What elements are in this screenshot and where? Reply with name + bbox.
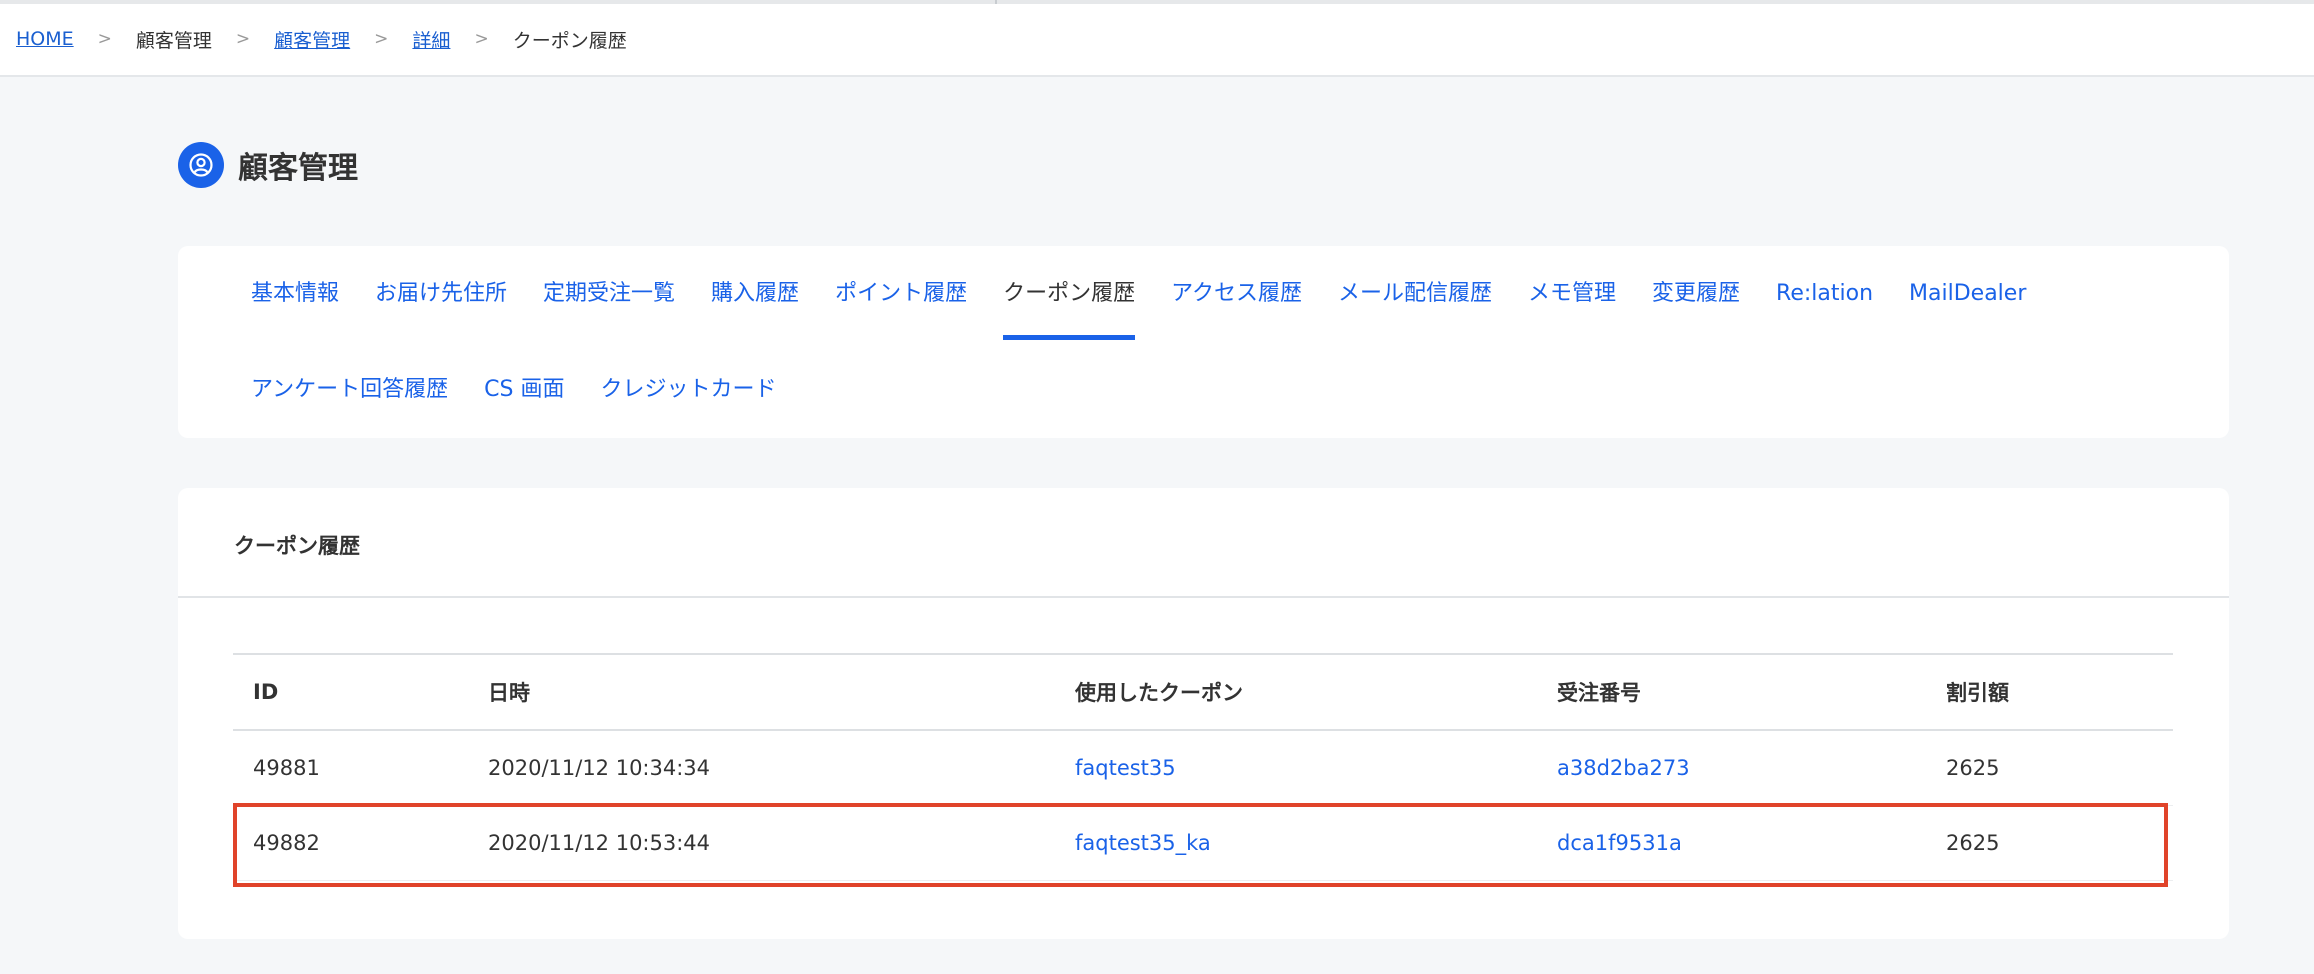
breadcrumb-separator: > xyxy=(235,29,251,49)
page-title: 顧客管理 xyxy=(238,151,358,186)
cell-datetime: 2020/11/12 10:53:44 xyxy=(488,831,711,855)
tab-point-history[interactable]: ポイント履歴 xyxy=(835,278,967,340)
tab-delivery-address[interactable]: お届け先住所 xyxy=(375,278,507,340)
breadcrumb-home-link[interactable]: HOME xyxy=(16,28,74,50)
header-id: ID xyxy=(253,680,279,704)
header-order-number: 受注番号 xyxy=(1557,681,1641,705)
order-number-link[interactable]: a38d2ba273 xyxy=(1557,731,1690,805)
tab-mail-history[interactable]: メール配信履歴 xyxy=(1338,278,1492,340)
card-divider xyxy=(178,596,2229,598)
tab-memo[interactable]: メモ管理 xyxy=(1528,278,1616,340)
tab-purchase-history[interactable]: 購入履歴 xyxy=(711,278,799,340)
cell-datetime: 2020/11/12 10:34:34 xyxy=(488,756,711,780)
top-accent-line xyxy=(0,0,2314,4)
coupon-history-table: ID 日時 使用したクーポン 受注番号 割引額 49881 2020/11/12… xyxy=(233,653,2173,881)
coupon-history-card: クーポン履歴 ID 日時 使用したクーポン 受注番号 割引額 49881 202… xyxy=(178,488,2229,939)
breadcrumb-customer-management-link[interactable]: 顧客管理 xyxy=(274,26,350,53)
tab-row-1: 基本情報 お届け先住所 定期受注一覧 購入履歴 ポイント履歴 クーポン履歴 アク… xyxy=(251,278,2062,340)
breadcrumb-current: クーポン履歴 xyxy=(512,29,627,52)
tab-survey-history[interactable]: アンケート回答履歴 xyxy=(251,374,448,436)
breadcrumb-separator: > xyxy=(374,29,389,49)
tab-subscription-orders[interactable]: 定期受注一覧 xyxy=(543,278,675,340)
table-row: 49882 2020/11/12 10:53:44 faqtest35_ka d… xyxy=(233,806,2173,881)
header-discount: 割引額 xyxy=(1946,681,2009,705)
top-line-tick xyxy=(995,0,997,4)
page-header: 顧客管理 xyxy=(178,142,358,188)
header-coupon: 使用したクーポン xyxy=(1075,681,1243,705)
cell-id: 49881 xyxy=(253,756,320,780)
breadcrumb-detail-link[interactable]: 詳細 xyxy=(412,26,450,53)
table-row: 49881 2020/11/12 10:34:34 faqtest35 a38d… xyxy=(233,731,2173,806)
breadcrumb-separator: > xyxy=(474,29,489,49)
tab-access-history[interactable]: アクセス履歴 xyxy=(1171,278,1302,340)
tab-basic-info[interactable]: 基本情報 xyxy=(251,278,339,340)
coupon-link[interactable]: faqtest35 xyxy=(1075,731,1176,805)
cell-id: 49882 xyxy=(253,831,320,855)
breadcrumb-customer-category: 顧客管理 xyxy=(135,29,212,52)
tab-maildealer[interactable]: MailDealer xyxy=(1909,278,2026,340)
table-header-row: ID 日時 使用したクーポン 受注番号 割引額 xyxy=(233,653,2173,731)
tab-change-history[interactable]: 変更履歴 xyxy=(1652,278,1740,340)
cell-discount: 2625 xyxy=(1946,756,2000,780)
order-number-link[interactable]: dca1f9531a xyxy=(1557,806,1682,880)
top-bar: HOME > 顧客管理 > 顧客管理 > 詳細 > クーポン履歴 xyxy=(0,0,2314,77)
tab-relation[interactable]: Re:lation xyxy=(1776,278,1873,340)
breadcrumb: HOME > 顧客管理 > 顧客管理 > 詳細 > クーポン履歴 xyxy=(16,26,627,52)
tab-coupon-history[interactable]: クーポン履歴 xyxy=(1003,278,1136,340)
user-circle-icon xyxy=(178,142,224,188)
tab-cs-screen[interactable]: CS 画面 xyxy=(484,374,564,436)
cell-discount: 2625 xyxy=(1946,831,2000,855)
section-title: クーポン履歴 xyxy=(234,534,360,558)
header-datetime: 日時 xyxy=(488,681,530,705)
tab-navigation-card: 基本情報 お届け先住所 定期受注一覧 購入履歴 ポイント履歴 クーポン履歴 アク… xyxy=(178,246,2229,438)
breadcrumb-separator: > xyxy=(97,29,112,49)
tab-credit-card[interactable]: クレジットカード xyxy=(600,374,776,436)
coupon-link[interactable]: faqtest35_ka xyxy=(1075,806,1211,880)
tab-row-2: アンケート回答履歴 CS 画面 クレジットカード xyxy=(251,374,812,436)
